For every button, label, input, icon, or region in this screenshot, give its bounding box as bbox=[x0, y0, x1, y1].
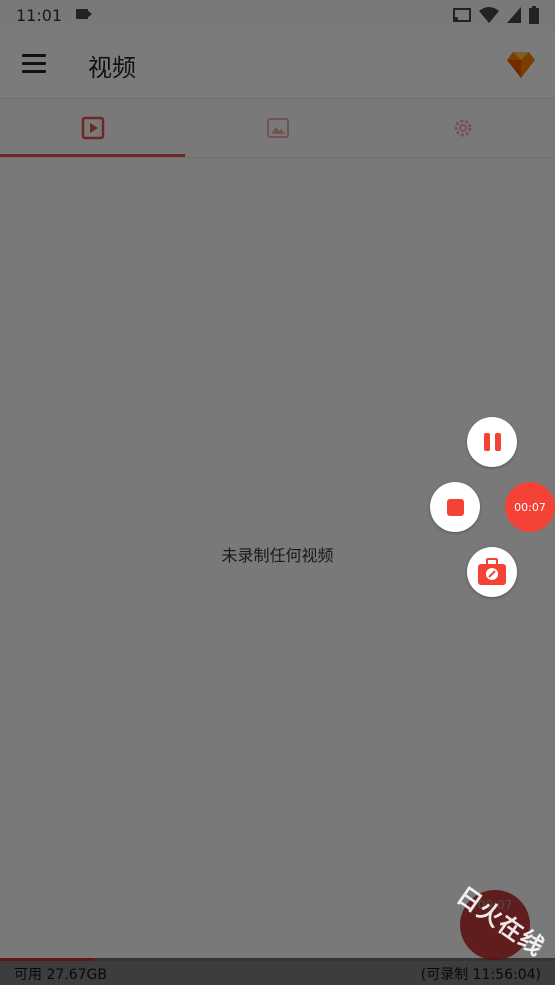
stop-icon bbox=[446, 498, 464, 516]
stop-button[interactable] bbox=[430, 482, 480, 532]
camera-icon bbox=[478, 558, 506, 585]
pause-button[interactable] bbox=[467, 417, 517, 467]
recording-timer[interactable]: 00:07 bbox=[505, 482, 555, 532]
pause-icon bbox=[483, 433, 501, 451]
screenshot-button[interactable] bbox=[467, 547, 517, 597]
